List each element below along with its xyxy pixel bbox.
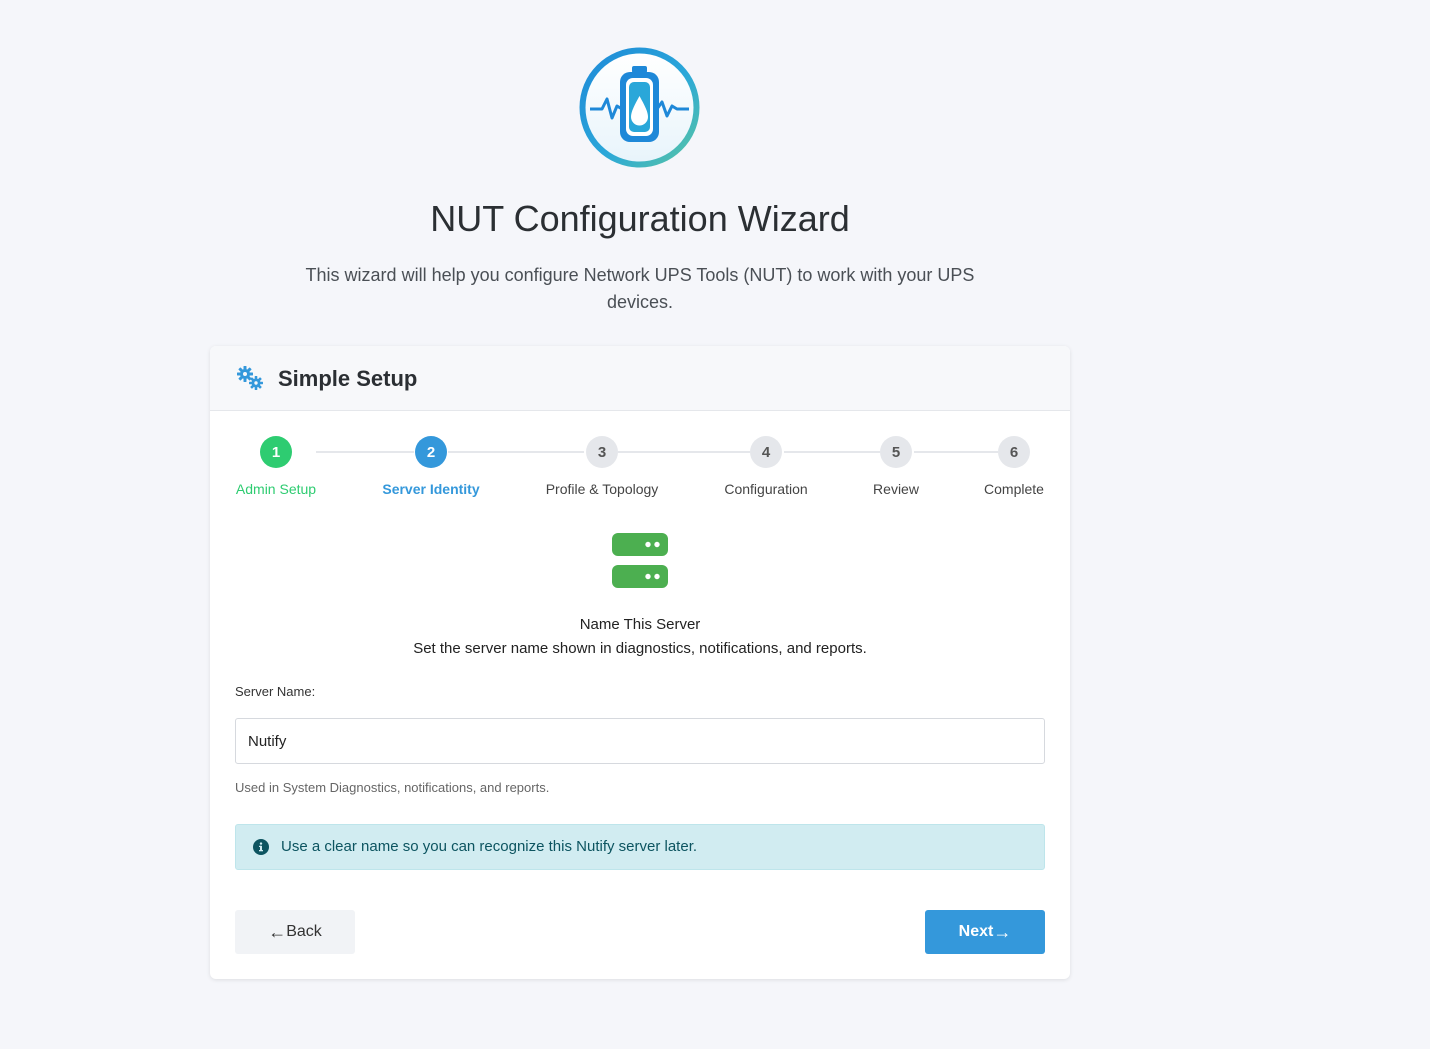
arrow-left-icon: ←: [268, 922, 287, 942]
wizard-page: NUT Configuration Wizard This wizard wil…: [0, 0, 1430, 1049]
step-number: 5: [880, 436, 912, 468]
step-number: 2: [415, 436, 447, 468]
back-button-label: Back: [286, 923, 322, 940]
step-admin-setup: 1 Admin Setup: [206, 436, 346, 497]
step-label: Profile & Topology: [545, 481, 659, 497]
step-label: Admin Setup: [235, 481, 317, 497]
page-title: NUT Configuration Wizard: [430, 198, 850, 239]
alert-text: Use a clear name so you can recognize th…: [281, 838, 698, 855]
step-configuration: 4 Configuration: [696, 436, 836, 497]
server-icon: [612, 533, 668, 588]
intro-text: This wizard will help you configure Netw…: [305, 265, 975, 312]
info-alert: Use a clear name so you can recognize th…: [235, 824, 1045, 870]
step-label: Complete: [984, 481, 1044, 497]
step-number: 4: [750, 436, 782, 468]
nutify-logo: [579, 47, 700, 168]
server-name-input[interactable]: [235, 718, 1045, 764]
next-button-label: Next: [958, 923, 994, 940]
section-title: Name This Server: [579, 616, 701, 633]
info-icon: [253, 839, 269, 855]
section-description: Set the server name shown in diagnostics…: [413, 640, 867, 657]
step-number: 1: [260, 436, 292, 468]
back-button[interactable]: ← Back: [235, 910, 355, 954]
step-label: Configuration: [724, 481, 808, 497]
card-title: Simple Setup: [278, 366, 418, 391]
step-server-identity: 2 Server Identity: [361, 436, 501, 497]
step-number: 3: [586, 436, 618, 468]
gears-icon: [237, 366, 263, 390]
card-header: Simple Setup: [210, 346, 1070, 411]
arrow-right-icon: →: [993, 922, 1012, 942]
step-complete: 6 Complete: [944, 436, 1084, 497]
step-label: Server Identity: [382, 481, 480, 497]
setup-card: Simple Setup 1 Admin Setup 2 Server Iden…: [210, 346, 1070, 979]
next-button[interactable]: Next →: [925, 910, 1045, 954]
step-number: 6: [998, 436, 1030, 468]
server-name-help: Used in System Diagnostics, notification…: [235, 780, 550, 795]
server-name-label: Server Name:: [235, 684, 316, 699]
step-profile-topology: 3 Profile & Topology: [532, 436, 672, 497]
